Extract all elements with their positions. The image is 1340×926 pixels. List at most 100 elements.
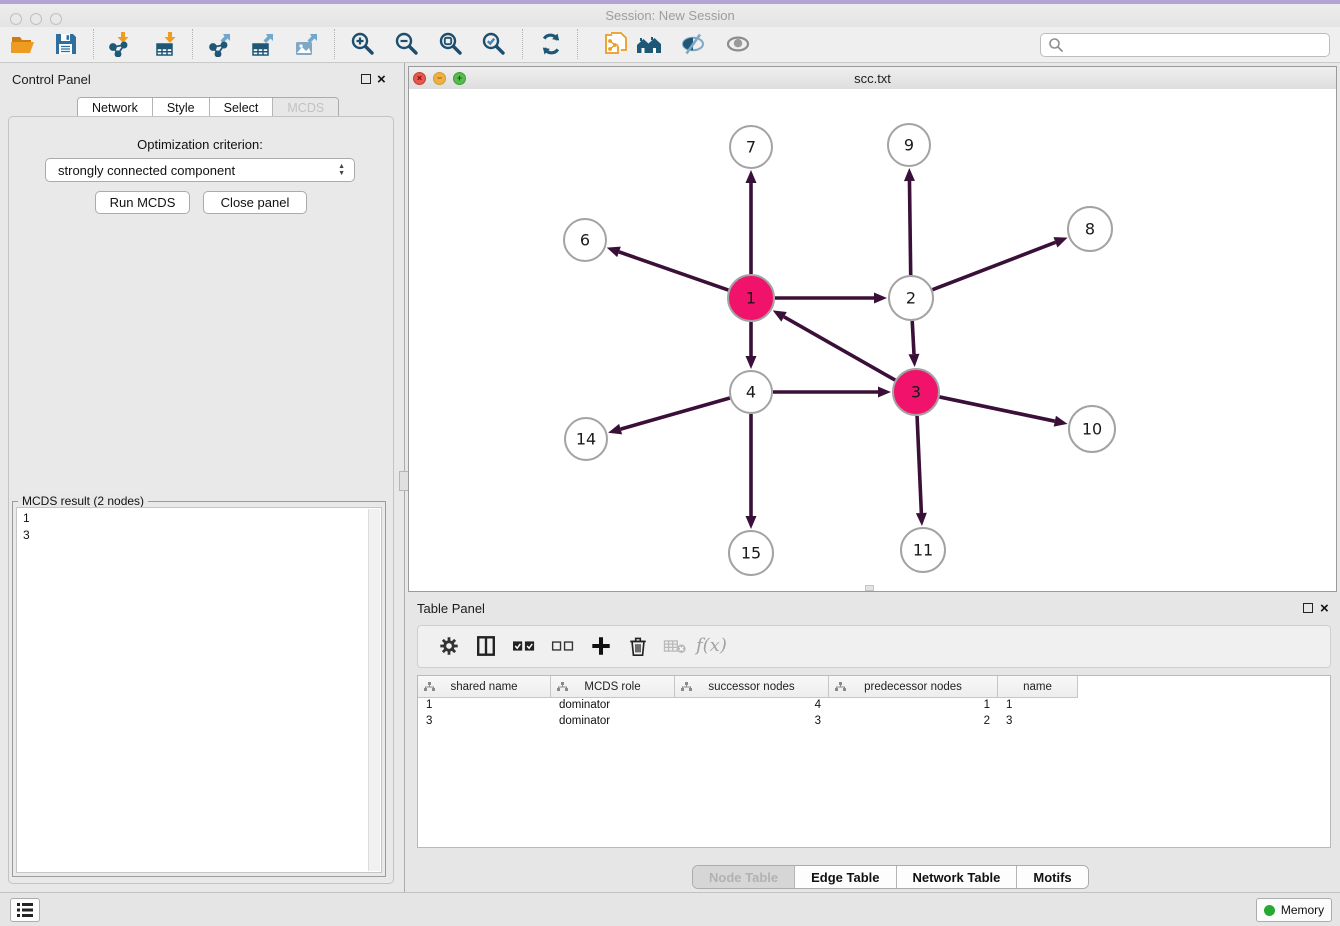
arrowhead-1-7 (746, 170, 757, 183)
export-network-button[interactable] (206, 31, 234, 59)
task-history-button[interactable] (10, 898, 40, 922)
hide-graphics-details-button[interactable] (679, 31, 707, 59)
node-table[interactable]: shared name MCDS role successor nodes prede… (417, 675, 1331, 848)
canvas-resize-handle[interactable] (865, 585, 874, 591)
column-header-MCDS-role[interactable]: MCDS role (551, 676, 675, 698)
network-window-titlebar[interactable]: × − + scc.txt (409, 67, 1336, 90)
edge-2-3[interactable] (912, 321, 914, 354)
table-cell[interactable]: 1 (829, 698, 998, 714)
zoom-selected-button[interactable] (480, 31, 508, 59)
graph-node-label-11: 11 (913, 541, 933, 560)
zoom-in-button[interactable] (349, 31, 377, 59)
column-header-shared-name[interactable]: shared name (418, 676, 551, 698)
tab-edge-table[interactable]: Edge Table (795, 866, 896, 888)
save-session-button[interactable] (52, 31, 80, 59)
delete-table-button[interactable] (661, 633, 689, 661)
float-panel-icon[interactable] (361, 74, 371, 84)
edge-3-10[interactable] (939, 397, 1054, 421)
open-folder-icon (10, 31, 36, 57)
run-mcds-button[interactable]: Run MCDS (95, 191, 190, 214)
search-field[interactable] (1040, 33, 1330, 57)
table-cell[interactable]: 1 (418, 698, 551, 714)
float-table-panel-icon[interactable] (1303, 603, 1313, 613)
refresh-layout-button[interactable] (537, 31, 565, 59)
window-minimize-button[interactable] (30, 13, 42, 25)
import-table-icon (154, 31, 180, 57)
table-row[interactable]: 3dominator323 (418, 714, 1078, 730)
table-cell[interactable]: 2 (829, 714, 998, 730)
export-image-icon (294, 31, 320, 57)
edge-4-14[interactable] (621, 398, 730, 429)
memory-button[interactable]: Memory (1256, 898, 1332, 922)
table-cell[interactable]: 3 (418, 714, 551, 730)
network-canvas[interactable]: 7968124314101511 (409, 89, 1336, 591)
table-cell[interactable]: dominator (551, 714, 675, 730)
network-window-title: scc.txt (854, 71, 891, 86)
add-column-button[interactable] (587, 633, 615, 661)
search-input[interactable] (1068, 35, 1329, 55)
table-cell[interactable]: 4 (675, 698, 829, 714)
export-table-button[interactable] (249, 31, 277, 59)
arrowhead-2-3 (908, 354, 919, 367)
show-graphics-details-button[interactable] (724, 31, 752, 59)
split-panel-button[interactable] (472, 633, 500, 661)
edge-3-1[interactable] (784, 317, 895, 380)
tab-network-table[interactable]: Network Table (897, 866, 1018, 888)
gear-icon (438, 635, 460, 657)
column-header-name[interactable]: name (998, 676, 1078, 698)
table-cell[interactable]: 3 (998, 714, 1078, 730)
table-cell[interactable]: 1 (998, 698, 1078, 714)
window-close-button[interactable] (10, 13, 22, 25)
close-panel-icon[interactable]: × (377, 74, 386, 86)
column-header-predecessor-nodes[interactable]: predecessor nodes (829, 676, 998, 698)
tab-network[interactable]: Network (78, 98, 153, 118)
application-window: Session: New Session (0, 0, 1340, 926)
zoom-out-icon (394, 31, 420, 57)
open-session-button[interactable] (9, 31, 37, 59)
table-cell[interactable]: dominator (551, 698, 675, 714)
trash-icon (627, 635, 649, 657)
import-network-button[interactable] (106, 31, 134, 59)
network-minimize-button[interactable]: − (433, 72, 446, 85)
clone-network-button[interactable] (602, 31, 630, 59)
table-row[interactable]: 1dominator411 (418, 698, 1078, 714)
criterion-select[interactable]: strongly connected component ▲▼ (45, 158, 355, 182)
table-cell[interactable]: 3 (675, 714, 829, 730)
graph-node-label-3: 3 (911, 383, 921, 402)
close-panel-button[interactable]: Close panel (203, 191, 307, 214)
delete-column-button[interactable] (624, 633, 652, 661)
edge-1-6[interactable] (619, 252, 728, 290)
close-table-panel-icon[interactable]: × (1320, 603, 1329, 615)
select-all-columns-button[interactable] (510, 633, 538, 661)
zoom-out-button[interactable] (393, 31, 421, 59)
tab-select[interactable]: Select (210, 98, 274, 118)
column-header-label: successor nodes (708, 681, 794, 693)
refresh-icon (538, 31, 564, 57)
eye-slash-icon (680, 31, 706, 57)
tab-mcds[interactable]: MCDS (273, 98, 338, 118)
function-builder-button: f(x) (696, 633, 736, 661)
toolbar-separator (577, 29, 578, 59)
import-table-button[interactable] (153, 31, 181, 59)
tab-motifs[interactable]: Motifs (1017, 866, 1087, 888)
network-close-button[interactable]: × (413, 72, 426, 85)
network-view-window: × − + scc.txt 7968124314101511 (408, 66, 1337, 592)
network-zoom-button[interactable]: + (453, 72, 466, 85)
edge-2-9[interactable] (909, 181, 910, 275)
mcds-result-area[interactable]: 1 3 (16, 507, 382, 873)
export-image-button[interactable] (293, 31, 321, 59)
zoom-fit-button[interactable] (437, 31, 465, 59)
edge-2-8[interactable] (932, 242, 1055, 289)
arrowhead-2-9 (904, 168, 915, 181)
home-button[interactable] (635, 31, 663, 59)
graph-node-label-7: 7 (746, 138, 756, 157)
column-header-successor-nodes[interactable]: successor nodes (675, 676, 829, 698)
edge-3-11[interactable] (917, 416, 921, 513)
result-scrollbar[interactable] (368, 509, 380, 871)
column-header-label: shared name (450, 681, 517, 693)
window-zoom-button[interactable] (50, 13, 62, 25)
deselect-all-columns-button[interactable] (549, 633, 577, 661)
table-settings-button[interactable] (435, 633, 463, 661)
tab-style[interactable]: Style (153, 98, 210, 118)
tab-node-table[interactable]: Node Table (693, 866, 795, 888)
